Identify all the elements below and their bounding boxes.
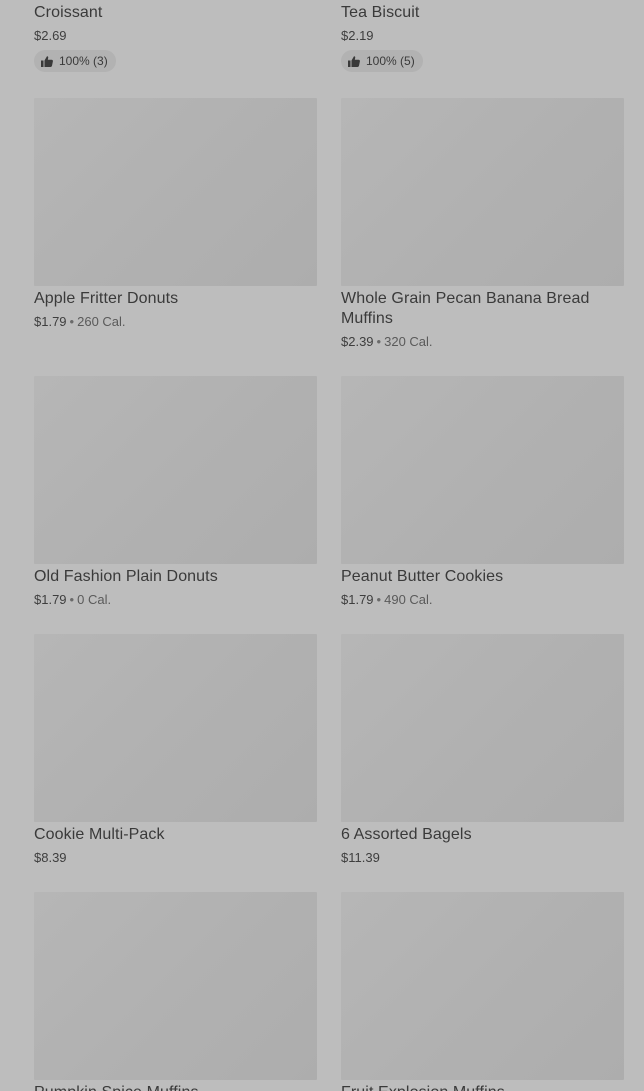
- item-meta: $1.79 • 490 Cal.: [341, 592, 433, 608]
- item-calories: 320 Cal.: [384, 334, 433, 349]
- item-name: Old Fashion Plain Donuts: [34, 568, 218, 585]
- item-image[interactable]: [341, 634, 624, 822]
- item-calories: 260 Cal.: [77, 314, 126, 329]
- item-name: 6 Assorted Bagels: [341, 826, 472, 843]
- item-meta: $1.79 • 0 Cal.: [34, 592, 111, 608]
- meta-separator: •: [69, 592, 75, 607]
- item-price: $1.79: [341, 592, 374, 607]
- item-image[interactable]: [341, 98, 624, 286]
- thumbs-up-icon: [41, 55, 53, 67]
- item-meta: $2.39 • 320 Cal.: [341, 334, 433, 350]
- thumbs-up-icon: [348, 55, 360, 67]
- item-name: Pumpkin Spice Muffins: [34, 1083, 317, 1091]
- item-calories: 490 Cal.: [384, 592, 433, 607]
- item-image[interactable]: [34, 376, 317, 564]
- item-meta: $11.39: [341, 850, 380, 866]
- item-name: Tea Biscuit: [341, 4, 420, 21]
- item-meta: $8.39: [34, 850, 67, 866]
- meta-separator: •: [69, 314, 75, 329]
- item-name: Peanut Butter Cookies: [341, 568, 504, 585]
- item-name: Cookie Multi-Pack: [34, 826, 165, 843]
- rating-badge: 100% (3): [34, 50, 116, 72]
- item-image[interactable]: [341, 892, 624, 1080]
- item-name: Fruit Explosion Muffins: [341, 1083, 624, 1091]
- item-name: Apple Fritter Donuts: [34, 290, 179, 307]
- item-image[interactable]: [34, 634, 317, 822]
- rating-text: 100% (3): [59, 54, 108, 68]
- menu-grid: Croissant $2.69 100% (3) Tea Biscuit $2.…: [0, 0, 644, 1091]
- item-price: $8.39: [34, 850, 67, 865]
- item-price: $11.39: [341, 850, 380, 865]
- item-price: $2.39: [341, 334, 374, 349]
- item-name: Croissant: [34, 4, 103, 21]
- item-image[interactable]: [34, 98, 317, 286]
- meta-separator: •: [376, 592, 382, 607]
- rating-badge: 100% (5): [341, 50, 423, 72]
- item-meta: $2.19: [341, 28, 374, 44]
- item-calories: 0 Cal.: [77, 592, 112, 607]
- item-image[interactable]: [34, 892, 317, 1080]
- item-price: $1.79: [34, 592, 67, 607]
- item-meta: $1.79 • 260 Cal.: [34, 314, 126, 330]
- item-meta: $2.69: [34, 28, 67, 44]
- item-price: $2.69: [34, 28, 67, 43]
- item-name: Whole Grain Pecan Banana Bread Muffins: [341, 290, 590, 327]
- rating-text: 100% (5): [366, 54, 415, 68]
- item-price: $2.19: [341, 28, 374, 43]
- item-price: $1.79: [34, 314, 67, 329]
- item-image[interactable]: [341, 376, 624, 564]
- meta-separator: •: [376, 334, 382, 349]
